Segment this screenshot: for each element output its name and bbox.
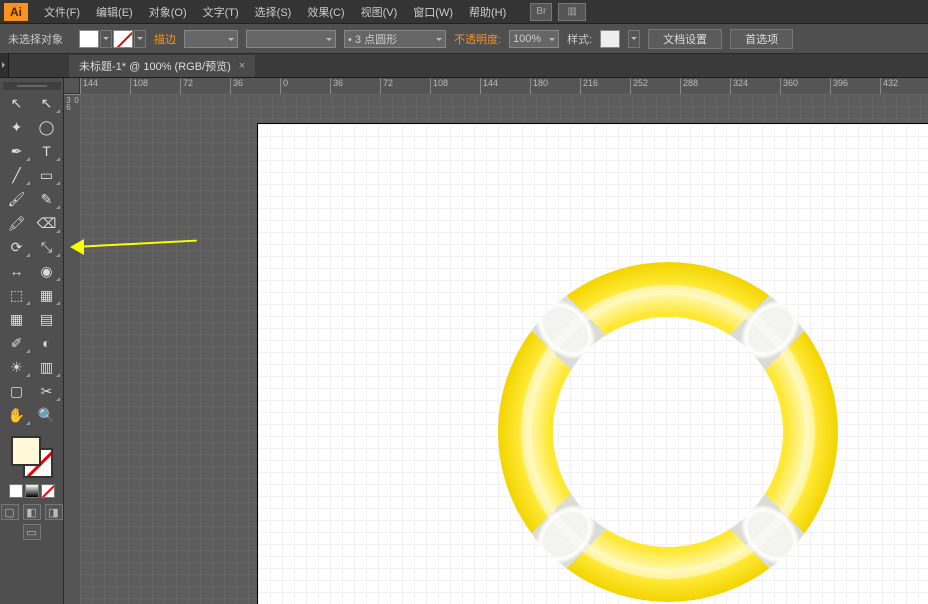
tool-blend[interactable]: ◐ [33, 332, 61, 354]
panel-toggle[interactable] [0, 53, 9, 77]
stroke-weight-select[interactable] [184, 30, 238, 48]
tool-symbol-sprayer[interactable]: ☀ [3, 356, 31, 378]
fill-color-icon[interactable] [11, 436, 41, 466]
tool-width[interactable]: ↔ [3, 260, 31, 282]
tool-rectangle[interactable]: ▭ [33, 164, 61, 186]
color-mode-none[interactable] [41, 484, 55, 498]
document-tab[interactable]: 未标题-1* @ 100% (RGB/预览) × [69, 55, 255, 77]
color-mode-gradient[interactable] [25, 484, 39, 498]
menu-window[interactable]: 窗口(W) [405, 4, 461, 20]
tool-lasso[interactable]: ◯ [33, 116, 61, 138]
menu-view[interactable]: 视图(V) [353, 4, 406, 20]
fill-stroke-indicator[interactable] [11, 436, 53, 478]
stroke-dropdown[interactable] [134, 30, 146, 48]
menu-type[interactable]: 文字(T) [195, 4, 247, 20]
tool-eraser[interactable]: ⌫ [33, 212, 61, 234]
tool-paintbrush[interactable]: 🖌 [3, 188, 31, 210]
draw-mode-normal[interactable]: ▢ [1, 504, 19, 520]
menu-file[interactable]: 文件(F) [36, 4, 88, 20]
toolbox-handle[interactable] [3, 82, 61, 90]
app-logo: Ai [4, 3, 28, 21]
ruler-origin[interactable] [64, 78, 80, 94]
arrange-docs-icon[interactable]: ▥ [558, 3, 586, 21]
tool-mesh[interactable]: ▦ [3, 308, 31, 330]
menu-effect[interactable]: 效果(C) [299, 4, 352, 20]
tool-magic-wand[interactable]: ✦ [3, 116, 31, 138]
tool-hand[interactable]: ✋ [3, 404, 31, 426]
menu-select[interactable]: 选择(S) [247, 4, 300, 20]
document-tab-title: 未标题-1* @ 100% (RGB/预览) [79, 58, 231, 74]
bridge-icon[interactable]: Br [530, 3, 552, 21]
tool-column-graph[interactable]: ▥ [33, 356, 61, 378]
tool-direct-selection[interactable]: ↖ [33, 92, 61, 114]
fill-swatch[interactable] [79, 30, 99, 48]
tool-free-transform[interactable]: ◉ [33, 260, 61, 282]
tool-rotate[interactable]: ⟳ [3, 236, 31, 258]
selection-status: 未选择对象 [8, 31, 63, 47]
tool-shape-builder[interactable]: ⬚ [3, 284, 31, 306]
draw-mode-behind[interactable]: ◧ [23, 504, 41, 520]
fill-dropdown[interactable] [100, 30, 112, 48]
document-tab-bar: 未标题-1* @ 100% (RGB/预览) × [0, 54, 928, 78]
menu-help[interactable]: 帮助(H) [461, 4, 514, 20]
tool-pen[interactable]: ✒ [3, 140, 31, 162]
tool-blob-brush[interactable]: 🖍 [3, 212, 31, 234]
menu-bar: Ai 文件(F) 编辑(E) 对象(O) 文字(T) 选择(S) 效果(C) 视… [0, 0, 928, 24]
style-dropdown[interactable] [628, 30, 640, 48]
stroke-label[interactable]: 描边 [154, 31, 176, 47]
tool-gradient[interactable]: ▤ [33, 308, 61, 330]
ruler-vertical[interactable]: 0367210814418021625228832436039643246850… [64, 94, 80, 604]
menu-edit[interactable]: 编辑(E) [88, 4, 141, 20]
color-mode-solid[interactable] [9, 484, 23, 498]
tool-zoom[interactable]: 🔍 [33, 404, 61, 426]
ruler-horizontal[interactable]: 1441087236036721081441802162522883243603… [80, 78, 928, 94]
style-label: 样式: [567, 31, 592, 47]
brush-select[interactable]: • 3 点圆形 [344, 30, 446, 48]
draw-mode-inside[interactable]: ◨ [45, 504, 63, 520]
opacity-select[interactable]: 100% [509, 30, 559, 48]
artwork-life-ring[interactable] [488, 252, 848, 604]
tool-line[interactable]: ╱ [3, 164, 31, 186]
menu-object[interactable]: 对象(O) [141, 4, 195, 20]
tool-artboard[interactable]: ▢ [3, 380, 31, 402]
document-setup-button[interactable]: 文档设置 [648, 29, 722, 49]
screen-mode-button[interactable]: ▭ [23, 524, 41, 540]
stroke-swatch[interactable] [113, 30, 133, 48]
tool-scale[interactable]: ⤡ [33, 236, 61, 258]
tool-perspective-grid[interactable]: ▦ [33, 284, 61, 306]
tool-type[interactable]: T [33, 140, 61, 162]
style-swatch[interactable] [600, 30, 620, 48]
pasteboard[interactable] [80, 94, 928, 604]
opacity-label[interactable]: 不透明度: [454, 31, 501, 47]
tool-slice[interactable]: ✂ [33, 380, 61, 402]
tool-pencil[interactable]: ✎ [33, 188, 61, 210]
preferences-button[interactable]: 首选项 [730, 29, 793, 49]
close-icon[interactable]: × [239, 60, 245, 72]
toolbox: ↖ ↖ ✦ ◯ ✒ T ╱ ▭ 🖌 ✎ 🖍 ⌫ ⟳ ⤡ ↔ ◉ ⬚ ▦ ▦ ▤ … [0, 78, 64, 604]
canvas-area: 1441087236036721081441802162522883243603… [64, 78, 928, 604]
vstroke-profile-select[interactable] [246, 30, 336, 48]
tool-selection[interactable]: ↖ [3, 92, 31, 114]
tool-eyedropper[interactable]: ✐ [3, 332, 31, 354]
control-bar: 未选择对象 描边 • 3 点圆形 不透明度: 100% 样式: 文档设置 首选项 [0, 24, 928, 54]
